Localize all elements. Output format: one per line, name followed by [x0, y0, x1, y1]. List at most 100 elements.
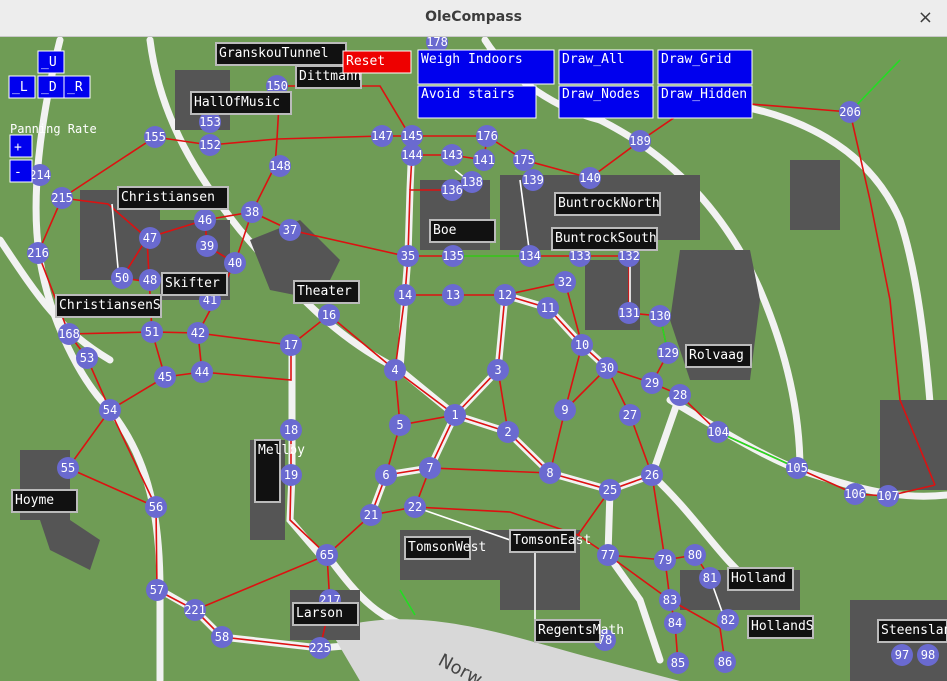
- reset-button[interactable]: Reset: [342, 50, 412, 74]
- map-node[interactable]: 206: [839, 101, 861, 123]
- map-node[interactable]: 84: [664, 612, 686, 634]
- map-node[interactable]: 2: [497, 421, 519, 443]
- draw-nodes-button[interactable]: Draw_Nodes: [558, 85, 654, 119]
- close-icon[interactable]: ×: [918, 7, 933, 28]
- map-node[interactable]: 136: [441, 179, 463, 201]
- map-node[interactable]: 107: [877, 485, 899, 507]
- map-node[interactable]: 26: [641, 464, 663, 486]
- map-node[interactable]: 7: [419, 457, 441, 479]
- map-node[interactable]: 14: [394, 284, 416, 306]
- map-node[interactable]: 45: [154, 366, 176, 388]
- map-node[interactable]: 27: [619, 404, 641, 426]
- map-node[interactable]: 58: [211, 626, 233, 648]
- map-node[interactable]: 80: [684, 544, 706, 566]
- map-node[interactable]: 5: [389, 414, 411, 436]
- map-node[interactable]: 6: [375, 464, 397, 486]
- map-node[interactable]: 134: [519, 245, 541, 267]
- map-node[interactable]: 32: [554, 271, 576, 293]
- map-node[interactable]: 143: [441, 144, 463, 166]
- map-node[interactable]: 44: [191, 361, 213, 383]
- map-node[interactable]: 38: [241, 201, 263, 223]
- map-node[interactable]: 53: [76, 347, 98, 369]
- map-node[interactable]: 135: [442, 245, 464, 267]
- map-node[interactable]: 40: [224, 252, 246, 274]
- map-node[interactable]: 3: [487, 359, 509, 381]
- map-node[interactable]: 225: [309, 637, 331, 659]
- draw-hidden-button[interactable]: Draw_Hidden: [657, 85, 753, 119]
- map-node[interactable]: 1: [444, 404, 466, 426]
- weigh-indoors-button[interactable]: Weigh Indoors: [417, 49, 555, 85]
- map-node[interactable]: 11: [537, 297, 559, 319]
- map-node[interactable]: 106: [844, 483, 866, 505]
- map-node[interactable]: 147: [371, 125, 393, 147]
- draw-grid-button[interactable]: Draw_Grid: [657, 49, 753, 85]
- map-node[interactable]: 8: [539, 462, 561, 484]
- map-node[interactable]: 10: [571, 334, 593, 356]
- map-node[interactable]: 50: [111, 267, 133, 289]
- map-node[interactable]: 55: [57, 457, 79, 479]
- map-node[interactable]: 29: [641, 372, 663, 394]
- map-node[interactable]: 105: [786, 457, 808, 479]
- map-node[interactable]: 57: [146, 579, 168, 601]
- map-node[interactable]: 138: [461, 171, 483, 193]
- map-node[interactable]: 130: [649, 305, 671, 327]
- map-node[interactable]: 79: [654, 549, 676, 571]
- map-node[interactable]: 82: [717, 609, 739, 631]
- map-node[interactable]: 97: [891, 644, 913, 666]
- map-node[interactable]: 83: [659, 589, 681, 611]
- map-node[interactable]: 48: [139, 269, 161, 291]
- map-node[interactable]: 155: [144, 126, 166, 148]
- map-node[interactable]: 216: [27, 242, 49, 264]
- map-node[interactable]: 176: [476, 125, 498, 147]
- map-node[interactable]: 189: [629, 130, 651, 152]
- map-node[interactable]: 175: [513, 149, 535, 171]
- pan-up-button[interactable]: _U: [37, 50, 65, 74]
- map-node[interactable]: 98: [917, 644, 939, 666]
- draw-all-button[interactable]: Draw_All: [558, 49, 654, 85]
- map-node[interactable]: 42: [187, 322, 209, 344]
- map-node[interactable]: 16: [318, 304, 340, 326]
- map-node[interactable]: 85: [667, 652, 689, 674]
- map-node[interactable]: 86: [714, 651, 736, 673]
- map-node[interactable]: 51: [141, 321, 163, 343]
- campus-map[interactable]: Norw 1 2 3 4 5 6 7 8 9 10 11 12 13 14 16 17 18 19 21 22 25 26…: [0, 37, 947, 681]
- pan-left-button[interactable]: _L: [8, 75, 36, 99]
- map-node[interactable]: 148: [269, 155, 291, 177]
- map-node[interactable]: 37: [279, 219, 301, 241]
- map-node[interactable]: 21: [360, 504, 382, 526]
- map-node[interactable]: 12: [494, 284, 516, 306]
- map-node[interactable]: 56: [145, 496, 167, 518]
- map-node[interactable]: 35: [397, 245, 419, 267]
- map-node[interactable]: 25: [599, 479, 621, 501]
- map-node[interactable]: 18: [280, 419, 302, 441]
- map-node[interactable]: 65: [316, 544, 338, 566]
- zoom-in-button[interactable]: +: [9, 134, 33, 158]
- map-node[interactable]: 129: [657, 342, 679, 364]
- map-node[interactable]: 139: [522, 169, 544, 191]
- map-node[interactable]: 19: [280, 464, 302, 486]
- map-node[interactable]: 77: [597, 544, 619, 566]
- map-node[interactable]: 168: [58, 323, 80, 345]
- zoom-out-button[interactable]: -: [9, 159, 33, 183]
- map-node[interactable]: 4: [384, 359, 406, 381]
- map-node[interactable]: 81: [699, 567, 721, 589]
- map-node[interactable]: 39: [196, 235, 218, 257]
- map-node[interactable]: 54: [99, 399, 121, 421]
- map-node[interactable]: 104: [707, 421, 729, 443]
- map-node[interactable]: 28: [669, 384, 691, 406]
- pan-right-button[interactable]: _R: [63, 75, 91, 99]
- pan-down-button[interactable]: _D: [37, 75, 65, 99]
- map-node[interactable]: 131: [618, 302, 640, 324]
- avoid-stairs-button[interactable]: Avoid stairs: [417, 85, 537, 119]
- map-node[interactable]: 47: [139, 227, 161, 249]
- map-node[interactable]: 145: [401, 125, 423, 147]
- map-node[interactable]: 141: [473, 149, 495, 171]
- map-node[interactable]: 46: [194, 209, 216, 231]
- map-node[interactable]: 215: [51, 187, 73, 209]
- map-node[interactable]: 221: [184, 599, 206, 621]
- map-node[interactable]: 9: [554, 399, 576, 421]
- map-node[interactable]: 17: [280, 334, 302, 356]
- map-node[interactable]: 13: [442, 284, 464, 306]
- map-node[interactable]: 140: [579, 167, 601, 189]
- map-node[interactable]: 152: [199, 134, 221, 156]
